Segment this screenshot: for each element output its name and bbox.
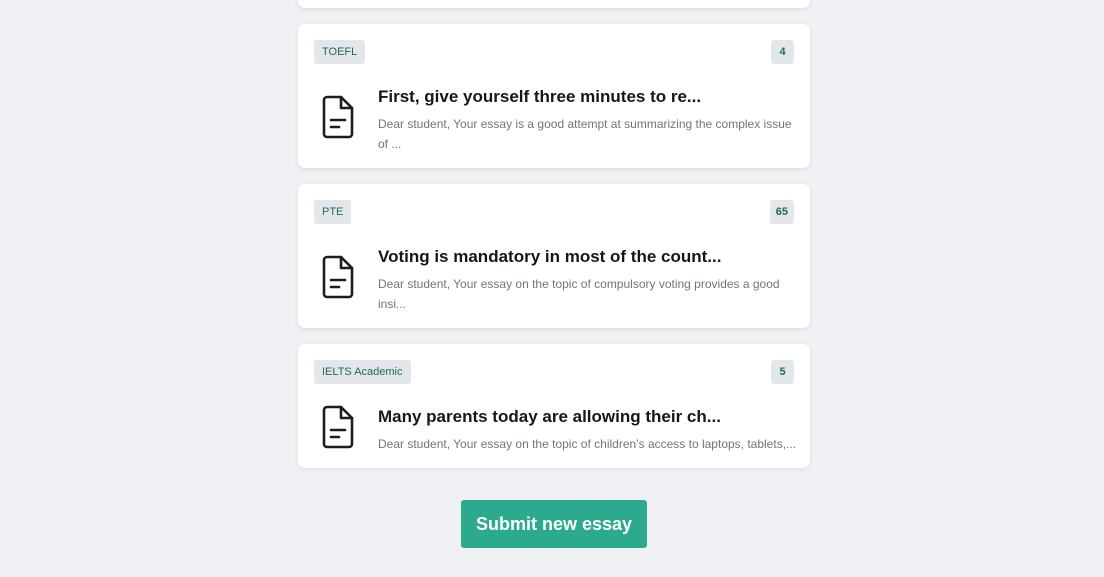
essay-title[interactable]: First, give yourself three minutes to re…: [378, 87, 798, 107]
essay-list-page: TOEFL 4 First, give yourself three minut…: [0, 0, 1104, 577]
score-badge: 5: [771, 360, 794, 384]
score-badge: 4: [771, 40, 794, 64]
essay-card[interactable]: PTE 65 Voting is mandatory in most of th…: [298, 184, 810, 328]
score-badge: 65: [769, 200, 794, 224]
document-icon: [322, 255, 354, 299]
feedback-excerpt: Dear student, Your essay on the topic of…: [378, 277, 780, 311]
essay-title[interactable]: Voting is mandatory in most of the count…: [378, 247, 798, 267]
exam-type-tag: PTE: [314, 200, 352, 224]
exam-type-tag: IELTS Academic: [314, 360, 411, 384]
essay-card-partial[interactable]: [298, 0, 810, 8]
essay-card[interactable]: TOEFL 4 First, give yourself three minut…: [298, 24, 810, 168]
document-icon: [322, 405, 354, 449]
essay-title[interactable]: Many parents today are allowing their ch…: [378, 407, 798, 427]
feedback-excerpt: Dear student, Your essay is a good attem…: [378, 117, 792, 151]
submit-new-essay-button[interactable]: Submit new essay: [461, 500, 647, 548]
feedback-excerpt: Dear student, Your essay on the topic of…: [378, 437, 797, 451]
exam-type-tag: TOEFL: [314, 40, 366, 64]
document-icon: [322, 95, 354, 139]
essay-card[interactable]: IELTS Academic 5 Many parents today are …: [298, 344, 810, 468]
